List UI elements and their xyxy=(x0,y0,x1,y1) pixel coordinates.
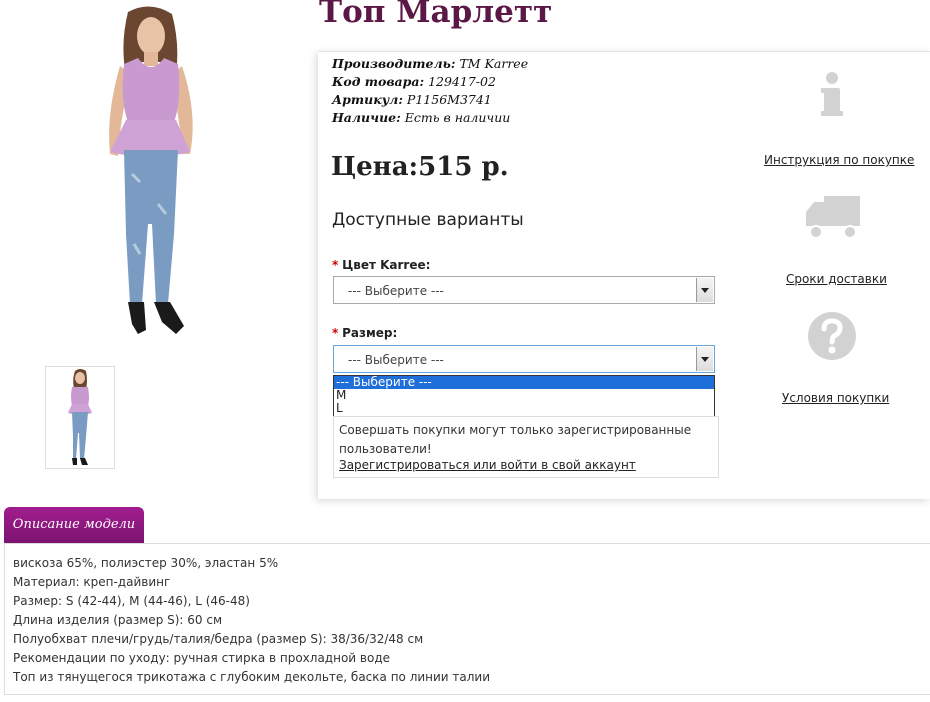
login-link[interactable]: Зарегистрироваться или войти в свой акка… xyxy=(339,458,636,472)
manufacturer-label: Производитель: xyxy=(332,56,456,71)
variants-heading: Доступные варианты xyxy=(332,210,524,230)
size-select-value: --- Выберите --- xyxy=(348,353,444,367)
info-icon[interactable] xyxy=(806,68,858,120)
tab-description[interactable]: Описание модели xyxy=(4,507,144,543)
required-mark: * xyxy=(332,258,339,272)
truck-icon[interactable] xyxy=(804,192,862,244)
description-line: Рекомендации по уходу: ручная стирка в п… xyxy=(13,651,390,665)
size-option[interactable]: --- Выберите --- xyxy=(334,376,714,389)
color-label-text: Цвет Karree: xyxy=(342,258,431,272)
chevron-down-icon[interactable] xyxy=(696,278,713,302)
chevron-down-icon[interactable] xyxy=(696,347,713,371)
description-line: Топ из тянущегося трикотажа с глубоким д… xyxy=(13,670,491,684)
instruction-link[interactable]: Инструкция по покупке xyxy=(764,153,914,167)
description-line: Материал: креп-дайвинг xyxy=(13,575,171,589)
description-line: Длина изделия (размер S): 60 см xyxy=(13,613,223,627)
product-code-row: Код товара: 129417-02 xyxy=(332,73,496,91)
color-select[interactable]: --- Выберите --- xyxy=(333,276,715,304)
size-option[interactable]: L xyxy=(334,402,714,415)
manufacturer-row: Производитель: ТМ Karree xyxy=(332,55,528,73)
description-line: Размер: S (42-44), M (44-46), L (46-48) xyxy=(13,594,250,608)
article-row: Артикул: P1156M3741 xyxy=(332,91,492,109)
delivery-link[interactable]: Сроки доставки xyxy=(786,272,887,286)
stock-label: Наличие: xyxy=(332,110,401,125)
description-line: Полуобхват плечи/грудь/талия/бедра (разм… xyxy=(13,632,424,646)
product-thumbnail[interactable] xyxy=(45,366,115,469)
product-title: Топ Марлетт xyxy=(319,0,553,30)
size-option[interactable]: M xyxy=(334,389,714,402)
size-dropdown-list: --- Выберите --- M L xyxy=(333,375,715,417)
article-value: P1156M3741 xyxy=(406,92,492,107)
required-mark: * xyxy=(332,326,339,340)
product-code-label: Код товара: xyxy=(332,74,425,89)
product-main-image[interactable] xyxy=(40,4,262,342)
color-option-label: * Цвет Karree: xyxy=(332,258,430,272)
stock-value: Есть в наличии xyxy=(404,110,511,125)
description-line: вискоза 65%, полиэстер 30%, эластан 5% xyxy=(13,556,279,570)
color-select-value: --- Выберите --- xyxy=(348,284,444,298)
product-price: Цена:515 р. xyxy=(331,152,509,182)
registration-notice: Совершать покупки могут только зарегистр… xyxy=(333,416,719,478)
stock-row: Наличие: Есть в наличии xyxy=(332,109,510,127)
size-option-label: * Размер: xyxy=(332,326,397,340)
terms-link[interactable]: Условия покупки xyxy=(782,391,889,405)
question-icon[interactable] xyxy=(806,310,858,362)
product-code-value: 129417-02 xyxy=(428,74,496,89)
size-label-text: Размер: xyxy=(342,326,398,340)
notice-text: Совершать покупки могут только зарегистр… xyxy=(339,423,692,456)
size-select[interactable]: --- Выберите --- xyxy=(333,345,715,373)
article-label: Артикул: xyxy=(332,92,403,107)
manufacturer-value: ТМ Karree xyxy=(459,56,529,71)
